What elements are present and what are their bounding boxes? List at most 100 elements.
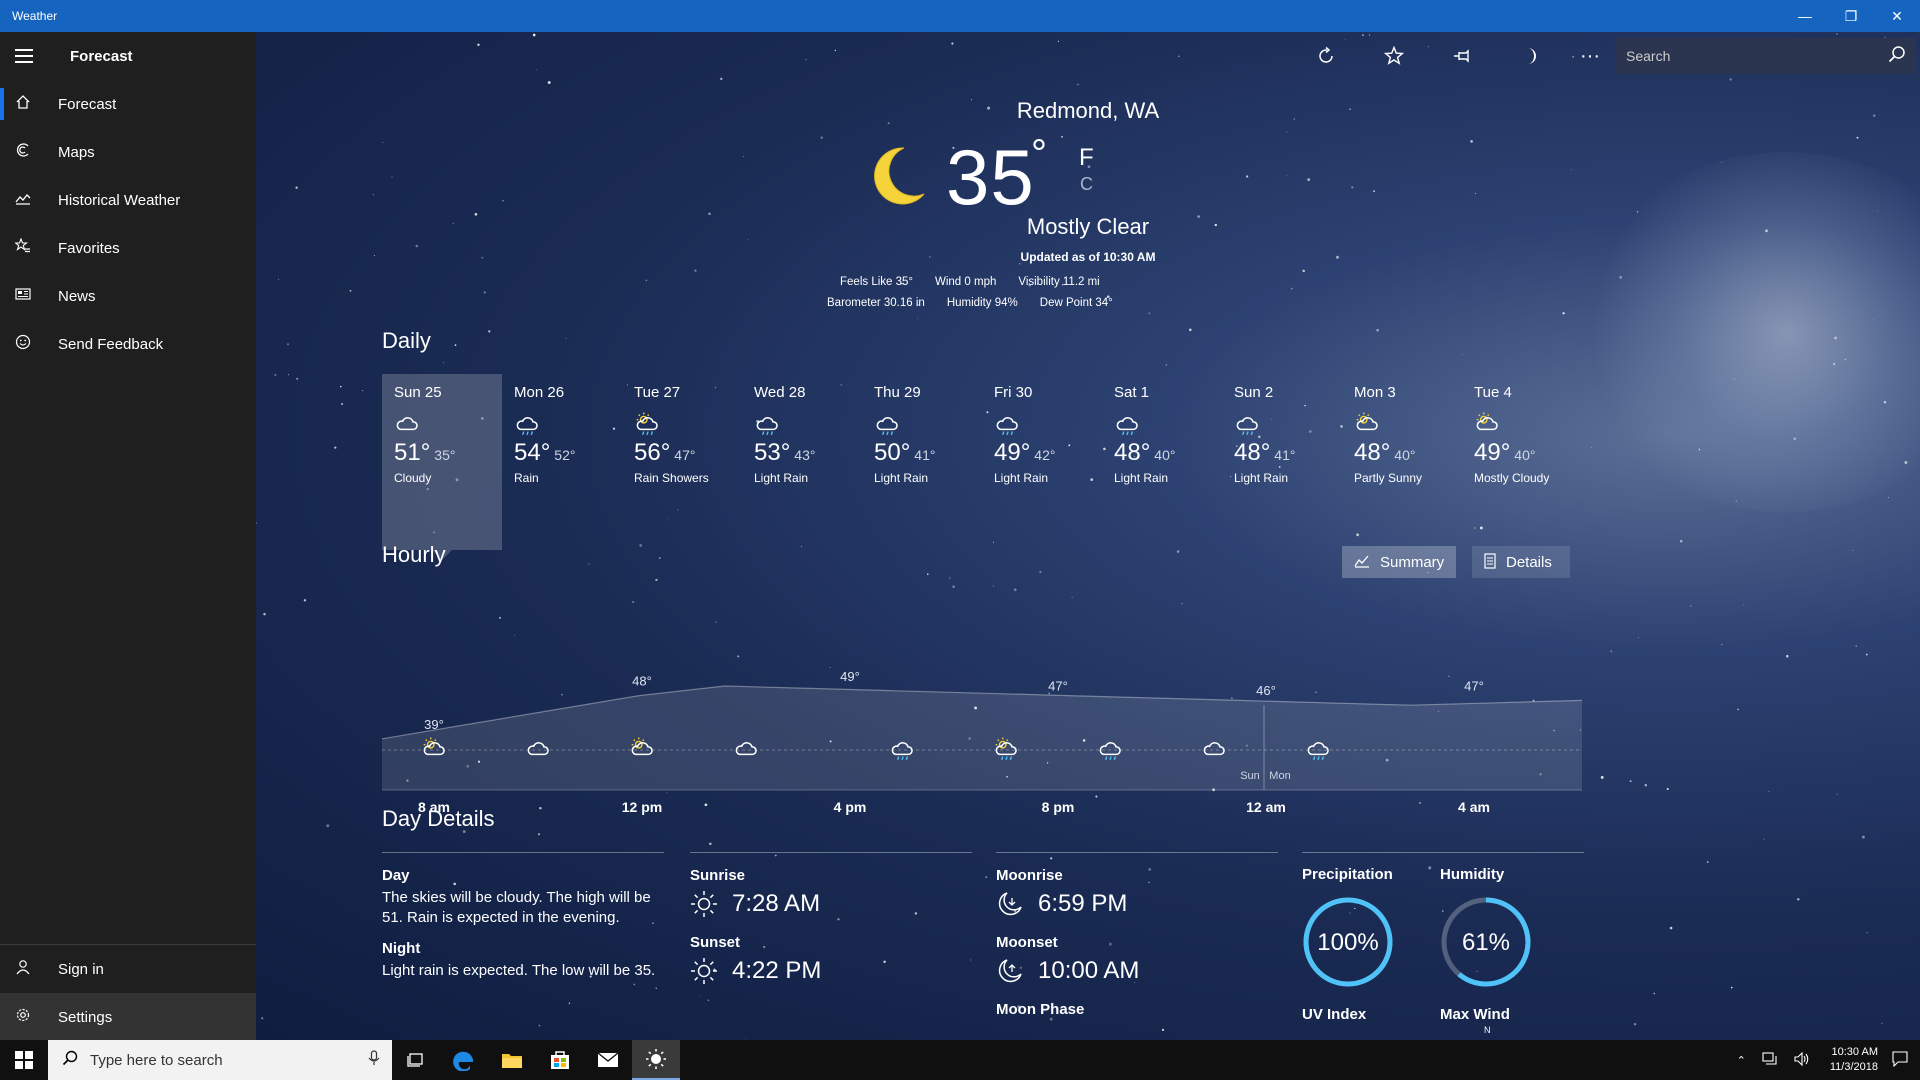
- daily-forecast-day[interactable]: Sun 25 51° 35° Cloudy: [382, 374, 502, 560]
- star: [1290, 287, 1293, 290]
- daily-forecast-day[interactable]: Mon 3 48° 40° Partly Sunny: [1342, 374, 1462, 550]
- action-center-icon[interactable]: [1892, 1050, 1908, 1070]
- moonset-icon: [998, 959, 1022, 983]
- daily-forecast-day[interactable]: Thu 29 50° 41° Light Rain: [862, 374, 982, 550]
- star: [1189, 328, 1192, 332]
- star: [483, 291, 486, 294]
- weather-app-icon[interactable]: [632, 1040, 680, 1080]
- sunrain-weather-icon: [634, 411, 730, 436]
- star: [565, 338, 567, 339]
- unit-celsius-toggle[interactable]: C: [1080, 174, 1093, 195]
- sidebar-item-send-feedback[interactable]: Send Feedback: [0, 320, 256, 368]
- star: [1061, 135, 1063, 138]
- search-icon[interactable]: [1888, 45, 1906, 68]
- search-box[interactable]: [1616, 38, 1916, 74]
- mail-icon[interactable]: [584, 1040, 632, 1080]
- file-explorer-icon[interactable]: [488, 1040, 536, 1080]
- hamburger-menu-icon[interactable]: [0, 32, 48, 80]
- rain-weather-icon: [874, 411, 970, 436]
- daily-forecast-day[interactable]: Fri 30 49° 42° Light Rain: [982, 374, 1102, 550]
- star: [1881, 1022, 1883, 1025]
- favorite-star-icon[interactable]: [1380, 42, 1408, 70]
- uv-index-heading: UV Index: [1302, 1006, 1367, 1023]
- day-high-temp: 51°: [394, 439, 431, 466]
- search-input[interactable]: [1616, 48, 1866, 64]
- close-button[interactable]: ✕: [1874, 0, 1920, 32]
- system-clock[interactable]: 10:30 AM 11/3/2018: [1830, 1045, 1878, 1075]
- day-condition: Rain: [514, 471, 539, 485]
- network-icon[interactable]: [1762, 1051, 1778, 1069]
- star: [1165, 364, 1167, 366]
- moon-weather-icon: [874, 147, 925, 205]
- sidebar-item-label: Sign in: [58, 960, 104, 978]
- chevron-up-icon[interactable]: ⌃: [1737, 1054, 1746, 1067]
- star: [263, 612, 266, 616]
- star: [1644, 784, 1647, 787]
- star: [709, 842, 712, 846]
- document-list-icon: [1484, 552, 1496, 572]
- daily-forecast-day[interactable]: Tue 4 49° 40° Mostly Cloudy: [1462, 374, 1582, 550]
- day-high-temp: 56°: [634, 439, 671, 466]
- task-view-icon[interactable]: [392, 1040, 440, 1080]
- humidity-ring: 61%: [1441, 897, 1531, 987]
- summary-button[interactable]: Summary: [1342, 546, 1456, 578]
- star: [382, 141, 384, 143]
- edge-browser-icon[interactable]: [440, 1040, 488, 1080]
- day-split-label: Mon: [1269, 770, 1290, 782]
- dark-mode-moon-icon[interactable]: [1516, 42, 1544, 70]
- windows-start-icon[interactable]: [0, 1040, 48, 1080]
- minimize-button[interactable]: —: [1782, 0, 1828, 32]
- current-temperature: 35: [946, 133, 1035, 221]
- cloud-weather-icon: [394, 411, 490, 435]
- daily-forecast-day[interactable]: Tue 27 56° 47° Rain Showers: [622, 374, 742, 550]
- day-condition: Light Rain: [1234, 471, 1289, 485]
- daily-forecast-day[interactable]: Wed 28 53° 43° Light Rain: [742, 374, 862, 550]
- more-options-icon[interactable]: ···: [1576, 42, 1604, 70]
- sidebar-item-news[interactable]: News: [0, 272, 256, 320]
- maps-icon: [0, 142, 46, 163]
- unit-fahrenheit-toggle[interactable]: F: [1079, 144, 1094, 172]
- restore-button[interactable]: ❐: [1828, 0, 1874, 32]
- clock-date: 11/3/2018: [1829, 1061, 1878, 1073]
- precipitation-value: 100%: [1317, 929, 1378, 956]
- sidebar-item-favorites[interactable]: Favorites: [0, 224, 256, 272]
- refresh-icon[interactable]: [1312, 42, 1340, 70]
- sidebar-item-settings[interactable]: Settings: [0, 993, 256, 1041]
- taskbar-search-box[interactable]: Type here to search: [48, 1040, 392, 1080]
- humidity: Humidity 94%: [946, 297, 1018, 309]
- daily-forecast-day[interactable]: Sun 2 48° 41° Light Rain: [1222, 374, 1342, 550]
- star: [1865, 653, 1868, 656]
- star: [349, 289, 352, 292]
- star: [820, 136, 823, 139]
- sidebar-item-historical-weather[interactable]: Historical Weather: [0, 176, 256, 224]
- daily-forecast-day[interactable]: Mon 26 54° 52° Rain: [502, 374, 622, 550]
- news-icon: [0, 286, 46, 307]
- smiley-icon: [0, 334, 46, 355]
- sidebar-item-forecast[interactable]: Forecast: [0, 80, 256, 128]
- sunrise-heading: Sunrise: [690, 867, 746, 884]
- microphone-icon[interactable]: [368, 1050, 380, 1070]
- degree-symbol: °: [1031, 132, 1047, 176]
- daily-forecast-day[interactable]: Sat 1 48° 40° Light Rain: [1102, 374, 1222, 550]
- sidebar-item-sign-in[interactable]: Sign in: [0, 945, 256, 993]
- daily-forecast-strip: Sun 25 51° 35° Cloudy Mon 26 54° 52° Rain Tue 27…: [382, 374, 1582, 560]
- microsoft-store-icon[interactable]: [536, 1040, 584, 1080]
- star: [1638, 637, 1639, 639]
- star: [568, 1002, 571, 1004]
- star: [1591, 446, 1593, 448]
- volume-icon[interactable]: [1794, 1051, 1810, 1069]
- star: [296, 377, 299, 380]
- star: [362, 389, 364, 392]
- hourly-temp-label: 48°: [632, 674, 652, 689]
- sidebar-item-label: Settings: [58, 1008, 113, 1026]
- pin-icon[interactable]: [1448, 42, 1476, 70]
- sidebar-item-maps[interactable]: Maps: [0, 128, 256, 176]
- details-button[interactable]: Details: [1472, 546, 1570, 578]
- star: [949, 577, 951, 579]
- day-low-temp: 41°: [914, 447, 936, 463]
- sidebar-item-label: Forecast: [58, 95, 117, 113]
- humidity-value: 61%: [1462, 929, 1510, 956]
- day-condition: Partly Sunny: [1354, 471, 1423, 485]
- star: [1302, 269, 1305, 273]
- star: [1013, 588, 1017, 592]
